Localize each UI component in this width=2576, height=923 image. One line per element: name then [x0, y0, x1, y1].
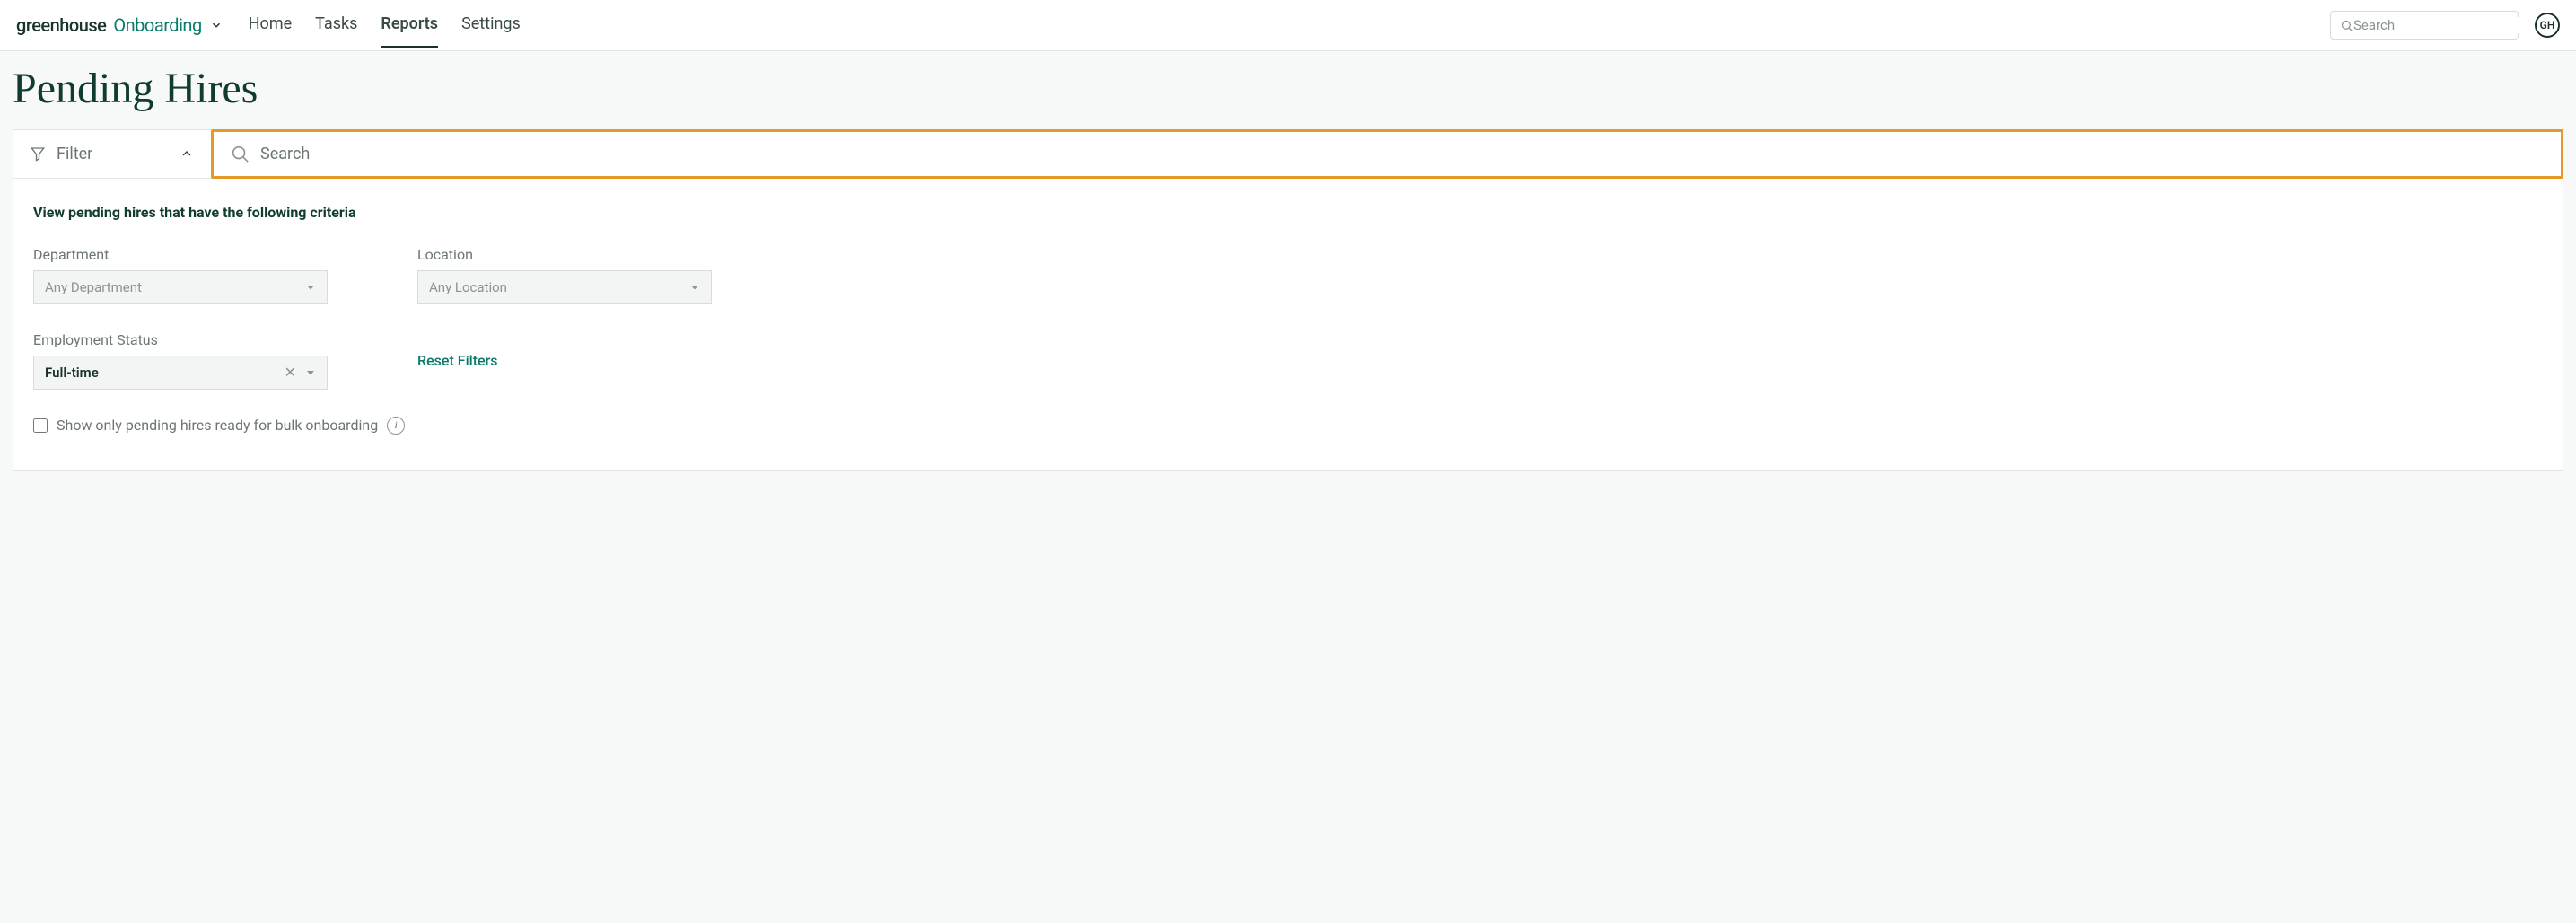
- panel-search-highlight[interactable]: [211, 129, 2563, 179]
- logo-onboarding: Onboarding: [113, 14, 201, 36]
- location-label: Location: [417, 246, 712, 263]
- filter-body: View pending hires that have the followi…: [13, 179, 2563, 470]
- topbar-right: GH: [2330, 11, 2560, 40]
- reset-filters-link[interactable]: Reset Filters: [417, 352, 498, 369]
- search-icon: [2340, 19, 2353, 32]
- filter-icon: [30, 145, 46, 162]
- caret-down-icon: [689, 282, 700, 293]
- page-title: Pending Hires: [13, 66, 2563, 113]
- page: Pending Hires Filter View pending: [0, 51, 2576, 493]
- employment-status-field: Employment Status Full-time ✕: [33, 331, 328, 390]
- global-search[interactable]: [2330, 11, 2519, 40]
- panel-search-input[interactable]: [260, 132, 2545, 176]
- bulk-onboarding-checkbox[interactable]: [33, 418, 48, 433]
- location-value: Any Location: [429, 279, 689, 295]
- clear-icon[interactable]: ✕: [285, 364, 296, 381]
- filter-subtitle: View pending hires that have the followi…: [33, 204, 2543, 221]
- avatar[interactable]: GH: [2535, 13, 2560, 38]
- employment-status-value: Full-time: [45, 365, 285, 381]
- topbar: greenhouse Onboarding Home Tasks Reports…: [0, 0, 2576, 51]
- nav-settings[interactable]: Settings: [461, 2, 521, 48]
- department-label: Department: [33, 246, 328, 263]
- nav-home[interactable]: Home: [249, 2, 292, 48]
- filter-row-2: Employment Status Full-time ✕ Reset Filt…: [33, 331, 2543, 390]
- product-switcher[interactable]: greenhouse Onboarding: [16, 14, 223, 36]
- chevron-down-icon: [209, 18, 223, 32]
- nav-reports[interactable]: Reports: [381, 2, 438, 48]
- filter-row-1: Department Any Department Location Any L…: [33, 246, 2543, 304]
- caret-down-icon: [305, 282, 316, 293]
- filter-toggle-label: Filter: [57, 145, 92, 163]
- report-panel: Filter View pending hires that have the …: [13, 129, 2563, 471]
- nav-tasks[interactable]: Tasks: [315, 2, 357, 48]
- bulk-onboarding-row: Show only pending hires ready for bulk o…: [33, 417, 2543, 435]
- panel-header: Filter: [13, 130, 2563, 179]
- department-field: Department Any Department: [33, 246, 328, 304]
- department-value: Any Department: [45, 279, 305, 295]
- search-icon: [230, 144, 250, 163]
- employment-status-label: Employment Status: [33, 331, 328, 348]
- location-field: Location Any Location: [417, 246, 712, 304]
- filter-toggle[interactable]: Filter: [13, 130, 211, 178]
- location-dropdown[interactable]: Any Location: [417, 270, 712, 304]
- primary-nav: Home Tasks Reports Settings: [249, 2, 521, 48]
- info-icon[interactable]: i: [387, 417, 405, 435]
- logo-greenhouse: greenhouse: [16, 14, 106, 36]
- chevron-up-icon: [180, 146, 194, 161]
- bulk-onboarding-label: Show only pending hires ready for bulk o…: [57, 417, 378, 434]
- department-dropdown[interactable]: Any Department: [33, 270, 328, 304]
- employment-status-dropdown[interactable]: Full-time ✕: [33, 356, 328, 390]
- global-search-input[interactable]: [2353, 17, 2532, 33]
- caret-down-icon: [305, 367, 316, 378]
